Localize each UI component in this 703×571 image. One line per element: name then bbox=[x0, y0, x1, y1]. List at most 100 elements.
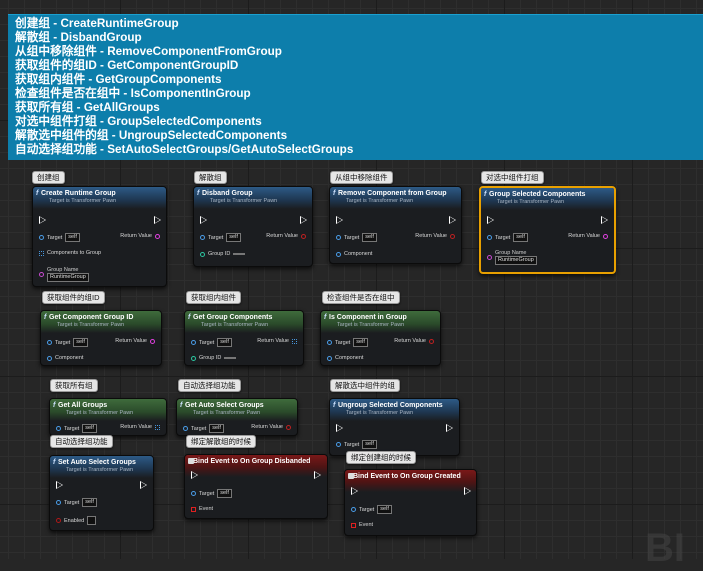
target-pin-row[interactable]: Target self bbox=[327, 338, 368, 347]
exec-out-pin[interactable] bbox=[154, 216, 161, 224]
target-pin-row[interactable]: Target self bbox=[47, 338, 88, 347]
component-pin-row[interactable]: Component bbox=[327, 355, 363, 361]
target-pin-row[interactable]: Target self bbox=[39, 233, 80, 242]
target-self-field[interactable]: self bbox=[217, 489, 232, 498]
exec-in-pin[interactable] bbox=[487, 216, 494, 224]
exec-in-pin[interactable] bbox=[39, 216, 46, 224]
exec-out-pin[interactable] bbox=[140, 481, 147, 489]
group-id-field[interactable] bbox=[224, 357, 237, 359]
int-pin-icon bbox=[200, 251, 205, 257]
target-pin-row[interactable]: Target self bbox=[191, 489, 232, 498]
group-id-pin-row[interactable]: Group ID bbox=[200, 251, 246, 257]
exec-in-pin[interactable] bbox=[336, 216, 343, 224]
target-self-field[interactable]: self bbox=[209, 424, 224, 433]
node-get-group-components[interactable]: f Get Group Components Target is Transfo… bbox=[184, 310, 304, 366]
component-pin-label: Component bbox=[55, 355, 84, 361]
target-self-field[interactable]: self bbox=[226, 233, 241, 242]
node-get-all-groups[interactable]: f Get All Groups Target is Transformer P… bbox=[49, 398, 167, 436]
group-name-pin-row[interactable]: Group Name RuntimeGroup bbox=[39, 267, 89, 282]
target-pin-row[interactable]: Target self bbox=[351, 505, 392, 514]
comment-bubble-bind-create[interactable]: 绑定创建组的时候 bbox=[346, 451, 416, 464]
return-pin-row[interactable]: Return Value bbox=[251, 424, 291, 430]
target-pin-row[interactable]: Target self bbox=[191, 338, 232, 347]
exec-in-pin[interactable] bbox=[336, 424, 343, 432]
target-self-field[interactable]: self bbox=[82, 498, 97, 507]
target-pin-row[interactable]: Target self bbox=[487, 233, 528, 242]
exec-out-pin[interactable] bbox=[314, 471, 321, 479]
return-pin-row[interactable]: Return Value bbox=[394, 338, 434, 344]
exec-in-pin[interactable] bbox=[351, 487, 358, 495]
target-self-field[interactable]: self bbox=[217, 338, 232, 347]
comment-bubble-auto-select-set[interactable]: 自动选择组功能 bbox=[50, 435, 113, 448]
component-pin-row[interactable]: Component bbox=[47, 355, 83, 361]
components-pin-row[interactable]: Components to Group bbox=[39, 250, 101, 256]
node-get-component-group-id[interactable]: f Get Component Group ID Target is Trans… bbox=[40, 310, 162, 366]
exec-in-pin[interactable] bbox=[200, 216, 207, 224]
return-pin-row[interactable]: Return Value bbox=[568, 233, 608, 239]
group-id-field[interactable] bbox=[233, 253, 246, 255]
component-pin-row[interactable]: Component bbox=[336, 251, 372, 257]
exec-out-pin[interactable] bbox=[446, 424, 453, 432]
node-is-component-in-group[interactable]: f Is Component in Group Target is Transf… bbox=[320, 310, 441, 366]
comment-bubble-get-group-components[interactable]: 获取组内组件 bbox=[186, 291, 241, 304]
group-name-field[interactable]: RuntimeGroup bbox=[47, 273, 89, 282]
target-self-field[interactable]: self bbox=[362, 440, 377, 449]
target-pin-row[interactable]: Target self bbox=[336, 440, 377, 449]
comment-bubble-disband[interactable]: 解散组 bbox=[194, 171, 227, 184]
return-pin-row[interactable]: Return Value bbox=[415, 233, 455, 239]
function-icon: f bbox=[484, 191, 487, 198]
target-self-field[interactable]: self bbox=[377, 505, 392, 514]
target-pin-row[interactable]: Target self bbox=[56, 498, 97, 507]
node-set-auto-select-groups[interactable]: f Set Auto Select Groups Target is Trans… bbox=[49, 455, 154, 531]
node-bind-on-group-disbanded[interactable]: Bind Event to On Group Disbanded Target s… bbox=[184, 454, 328, 519]
target-self-field[interactable]: self bbox=[362, 233, 377, 242]
comment-bubble-is-in-group[interactable]: 检查组件是否在组中 bbox=[322, 291, 400, 304]
return-pin-row[interactable]: Return Value bbox=[120, 424, 160, 430]
return-pin-row[interactable]: Return Value bbox=[266, 233, 306, 239]
comment-bubble-get-group-id[interactable]: 获取组件的组ID bbox=[42, 291, 105, 304]
exec-out-pin[interactable] bbox=[449, 216, 456, 224]
comment-bubble-get-all[interactable]: 获取所有组 bbox=[50, 379, 98, 392]
target-self-field[interactable]: self bbox=[513, 233, 528, 242]
node-ungroup-selected-components[interactable]: f Ungroup Selected Components Target is … bbox=[329, 398, 460, 456]
comment-bubble-bind-disband[interactable]: 绑定解散组的时候 bbox=[186, 435, 256, 448]
node-header: f Is Component in Group Target is Transf… bbox=[321, 311, 440, 333]
event-pin-row[interactable]: Event bbox=[351, 522, 373, 528]
node-get-auto-select-groups[interactable]: f Get Auto Select Groups Target is Trans… bbox=[176, 398, 298, 436]
return-pin-row[interactable]: Return Value bbox=[115, 338, 155, 344]
description-comment-box[interactable]: 创建组 - CreateRuntimeGroup 解散组 - DisbandGr… bbox=[8, 14, 703, 160]
comment-bubble-create-group[interactable]: 创建组 bbox=[32, 171, 65, 184]
enabled-pin-row[interactable]: Enabled bbox=[56, 516, 97, 525]
node-header: Bind Event to On Group Disbanded bbox=[185, 455, 327, 477]
target-self-field[interactable]: self bbox=[73, 338, 88, 347]
exec-out-pin[interactable] bbox=[300, 216, 307, 224]
node-group-selected-components[interactable]: f Group Selected Components Target is Tr… bbox=[479, 186, 616, 274]
comment-bubble-auto-select[interactable]: 自动选择组功能 bbox=[178, 379, 241, 392]
enabled-checkbox[interactable] bbox=[87, 516, 97, 525]
comment-bubble-ungroup[interactable]: 解散选中组件的组 bbox=[330, 379, 400, 392]
exec-out-pin[interactable] bbox=[464, 487, 471, 495]
exec-out-pin[interactable] bbox=[601, 216, 608, 224]
node-remove-component-from-group[interactable]: f Remove Component from Group Target is … bbox=[329, 186, 462, 264]
target-pin-row[interactable]: Target self bbox=[183, 424, 224, 433]
return-pin-label: Return Value bbox=[251, 424, 283, 430]
target-self-field[interactable]: self bbox=[65, 233, 80, 242]
return-pin-row[interactable]: Return Value bbox=[120, 233, 160, 239]
exec-in-pin[interactable] bbox=[191, 471, 198, 479]
node-create-runtime-group[interactable]: f Create Runtime Group Target is Transfo… bbox=[32, 186, 167, 287]
node-disband-group[interactable]: f Disband Group Target is Transformer Pa… bbox=[193, 186, 313, 267]
target-pin-row[interactable]: Target self bbox=[56, 424, 97, 433]
target-pin-row[interactable]: Target self bbox=[200, 233, 241, 242]
group-name-pin-row[interactable]: Group Name RuntimeGroup bbox=[487, 250, 537, 265]
target-self-field[interactable]: self bbox=[82, 424, 97, 433]
exec-in-pin[interactable] bbox=[56, 481, 63, 489]
event-pin-row[interactable]: Event bbox=[191, 506, 213, 512]
target-pin-row[interactable]: Target self bbox=[336, 233, 377, 242]
group-name-field[interactable]: RuntimeGroup bbox=[495, 256, 537, 265]
group-id-pin-row[interactable]: Group ID bbox=[191, 355, 237, 361]
target-self-field[interactable]: self bbox=[353, 338, 368, 347]
comment-bubble-group-selected[interactable]: 对选中组件打组 bbox=[481, 171, 544, 184]
return-pin-row[interactable]: Return Value bbox=[257, 338, 297, 344]
node-bind-on-group-created[interactable]: Bind Event to On Group Created Target sel… bbox=[344, 469, 477, 536]
comment-bubble-remove[interactable]: 从组中移除组件 bbox=[330, 171, 393, 184]
